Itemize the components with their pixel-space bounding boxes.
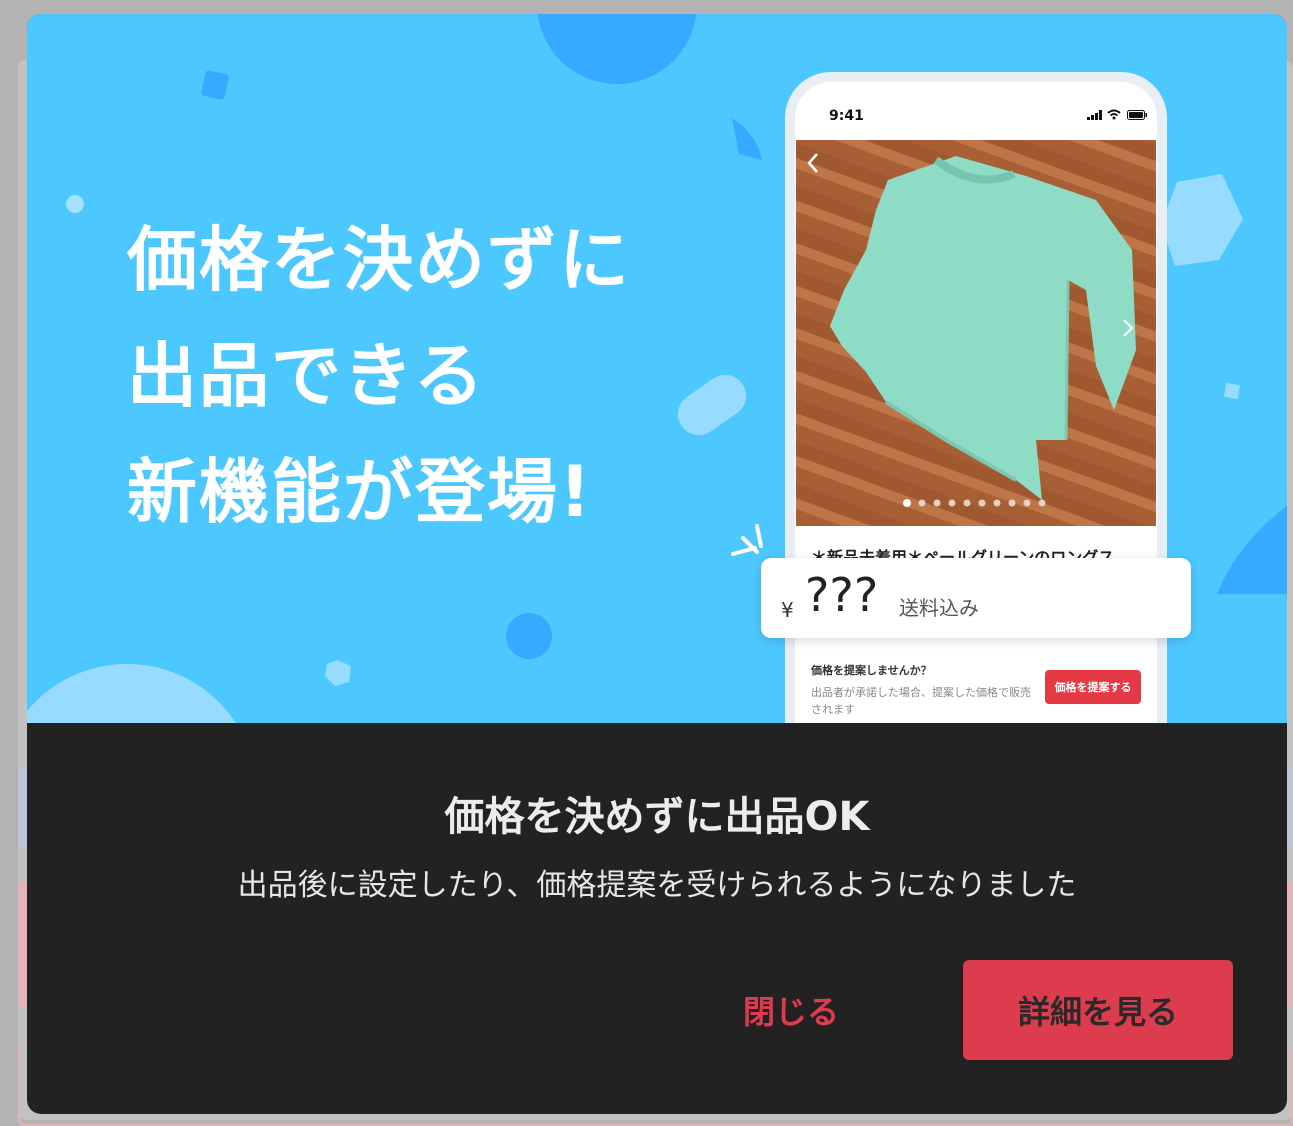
wifi-icon (1107, 109, 1121, 120)
status-time: 9:41 (829, 108, 864, 124)
dialog-description: 出品後に設定したり、価格提案を受けられるようになりました (237, 868, 1077, 903)
price-card: ¥ ??? 送料込み (761, 558, 1191, 638)
price-offer-section: 価格を提案しませんか？ 出品者が承諾した場合、提案した価格で販売されます 価格を… (811, 662, 1141, 718)
currency-symbol: ¥ (781, 598, 794, 622)
item-photo (796, 140, 1156, 526)
phone-status-bar: 9:41 (795, 82, 1157, 138)
announcement-modal: 価格を決めずに 出品できる 新機能が登場! 9:41 価格を提案しませんか？ 出… (27, 14, 1287, 1114)
price-amount: ??? (805, 568, 879, 622)
close-button[interactable]: 閉じる (709, 960, 873, 1060)
shipping-label: 送料込み (899, 596, 979, 620)
propose-price-button[interactable]: 価格を提案する (1045, 670, 1141, 704)
back-chevron-icon[interactable] (806, 152, 820, 174)
next-chevron-icon[interactable] (1122, 318, 1134, 338)
battery-icon (1127, 110, 1147, 120)
sweater-image (830, 156, 1136, 500)
hero-illustration: 価格を決めずに 出品できる 新機能が登場! 9:41 価格を提案しませんか？ 出… (27, 14, 1287, 723)
view-details-button[interactable]: 詳細を見る (963, 960, 1233, 1060)
photo-page-indicator (903, 499, 1046, 507)
offer-description: 出品者が承諾した場合、提案した価格で販売されます (811, 686, 1031, 716)
signal-icon (1087, 110, 1102, 120)
hero-headline: 価格を決めずに 出品できる 新機能が登場! (127, 219, 631, 533)
dialog-title: 価格を決めずに出品OK (444, 794, 870, 840)
